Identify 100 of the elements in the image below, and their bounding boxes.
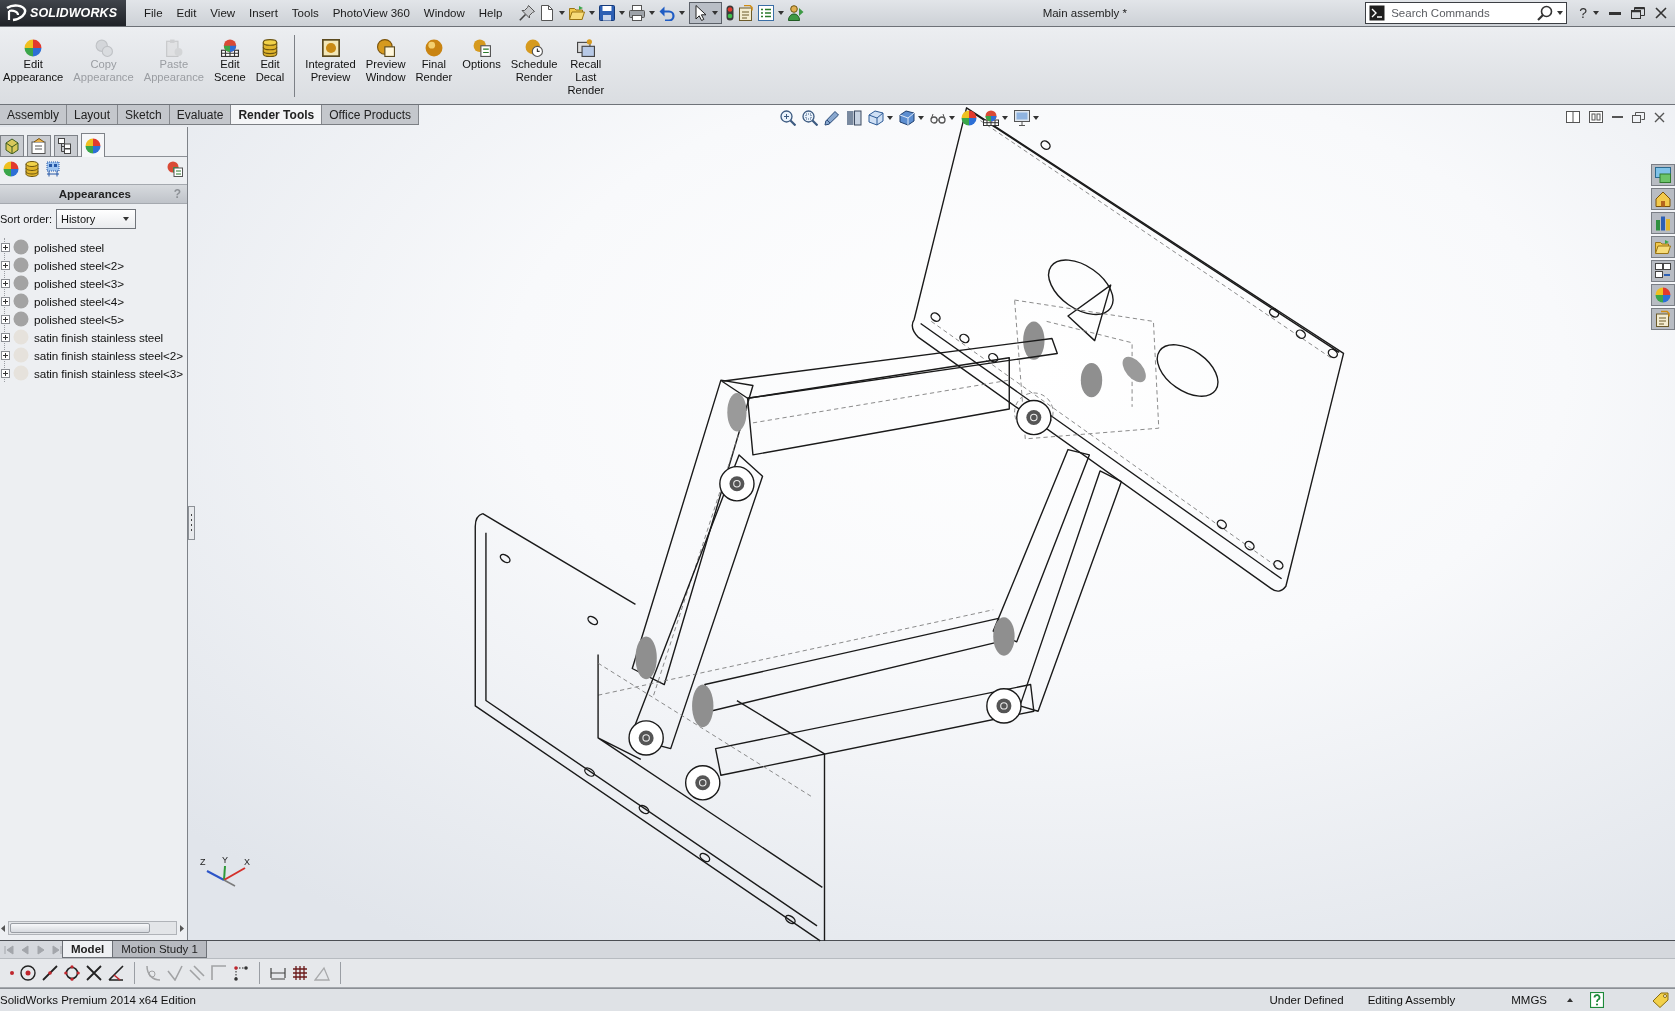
circle-icon[interactable]	[64, 965, 80, 981]
search-icon[interactable]	[1537, 5, 1554, 21]
angle-icon[interactable]	[108, 965, 124, 981]
new-document-icon[interactable]	[539, 5, 556, 21]
ribbon-button[interactable]: Recall Last Render	[567, 39, 605, 97]
section-view-icon[interactable]	[846, 110, 863, 126]
status-text: SolidWorks Premium 2014 x64 Edition	[0, 994, 197, 1006]
clipboard-icon[interactable]	[1651, 308, 1675, 330]
expand-box-icon[interactable]	[1, 368, 10, 378]
expand-box-icon[interactable]	[1, 332, 10, 342]
panel-tab[interactable]	[54, 135, 78, 157]
monitor-icon[interactable]	[1651, 164, 1675, 186]
color-ball-icon[interactable]	[961, 110, 978, 126]
expand-box-icon[interactable]	[1, 314, 10, 324]
tree-item-label[interactable]: satin finish stainless steel	[34, 330, 164, 344]
clipboard-icon[interactable]	[738, 5, 755, 21]
scroll-right-icon[interactable]	[180, 924, 184, 932]
expand-box-icon[interactable]	[1, 350, 10, 360]
tag-icon[interactable]	[1652, 992, 1670, 1008]
bottom-tab[interactable]: Model	[62, 941, 114, 958]
grid-icon[interactable]	[292, 965, 308, 981]
menu-item[interactable]: Edit	[169, 7, 204, 19]
axis-label: Y	[222, 855, 228, 865]
panel-tab[interactable]	[81, 133, 105, 157]
split-view-icon[interactable]	[1566, 111, 1580, 123]
sphere-on-floor-icon[interactable]	[983, 110, 1000, 126]
help-button[interactable]: ?	[1579, 5, 1587, 21]
restore-icon[interactable]	[1632, 111, 1645, 123]
menu-item[interactable]: Insert	[242, 7, 285, 19]
books-icon[interactable]	[1651, 212, 1675, 234]
menu-item[interactable]: View	[203, 7, 243, 19]
scroll-left-icon[interactable]	[1, 924, 5, 932]
tree-item-label[interactable]: polished steel<4>	[34, 294, 124, 308]
tree-item-label[interactable]: polished steel	[34, 240, 105, 254]
view-grid-icon[interactable]	[1651, 260, 1675, 282]
traffic-light-icon[interactable]	[726, 5, 735, 21]
menu-item[interactable]: Help	[471, 7, 510, 19]
close-icon[interactable]	[1654, 111, 1665, 123]
ribbon-button[interactable]: Edit Appearance	[3, 39, 64, 84]
menu-item[interactable]: File	[137, 7, 170, 19]
ribbon-button[interactable]: Final Render	[415, 39, 453, 84]
tree-item-label[interactable]: polished steel<2>	[34, 258, 124, 272]
dimension-icon[interactable]	[270, 965, 286, 981]
robot-icon[interactable]	[45, 161, 61, 177]
command-tab[interactable]: Render Tools	[231, 105, 323, 124]
ribbon-button[interactable]: Preview Window	[365, 39, 406, 84]
scrollbar-track[interactable]	[8, 921, 177, 935]
tree-item-label[interactable]: polished steel<3>	[34, 276, 124, 290]
ribbon-button[interactable]: Options	[462, 39, 501, 71]
sphere-list-icon[interactable]	[167, 161, 183, 177]
pencil-icon[interactable]	[824, 110, 841, 126]
select-tool-button[interactable]	[689, 2, 723, 24]
point-icon[interactable]	[10, 971, 14, 975]
line-icon[interactable]	[42, 965, 58, 981]
caret-down-icon	[1593, 11, 1599, 15]
split-view-icon[interactable]	[1589, 111, 1603, 123]
ribbon-button[interactable]: Edit Scene	[214, 39, 246, 84]
tree-item-label[interactable]: satin finish stainless steel<2>	[34, 348, 183, 362]
cube-icon[interactable]	[899, 110, 916, 126]
sort-order-dropdown[interactable]: History	[55, 209, 136, 229]
cylinder-stack-icon[interactable]	[24, 161, 40, 177]
folder-icon[interactable]	[569, 5, 586, 21]
cube-icon[interactable]	[868, 110, 885, 126]
printer-icon[interactable]	[629, 5, 646, 21]
splitter-handle-icon[interactable]	[188, 506, 195, 540]
search-field[interactable]: Search Commands	[1389, 5, 1534, 21]
dotted-corner-icon[interactable]	[233, 965, 249, 981]
cross-icon[interactable]	[86, 965, 102, 981]
minimize-icon[interactable]	[1609, 11, 1621, 15]
scrollbar-thumb[interactable]	[10, 923, 150, 933]
expand-box-icon[interactable]	[1, 296, 10, 306]
tree-item-label[interactable]: satin finish stainless steel<3>	[34, 366, 183, 380]
menu-item[interactable]: Window	[416, 7, 472, 19]
ribbon-button[interactable]: Schedule Render	[510, 39, 558, 84]
monitor-icon[interactable]	[1014, 110, 1031, 126]
glasses-icon[interactable]	[930, 112, 947, 124]
concentric-circle-icon[interactable]	[20, 965, 36, 981]
menu-item[interactable]: Tools	[284, 7, 326, 19]
bottom-tab[interactable]: Motion Study 1	[112, 941, 207, 958]
person-icon[interactable]	[788, 5, 805, 21]
home-icon[interactable]	[1651, 188, 1675, 210]
save-icon[interactable]	[599, 5, 616, 21]
color-ball-icon[interactable]	[3, 161, 19, 177]
panel-tab[interactable]	[27, 135, 51, 157]
restore-icon[interactable]	[1631, 7, 1645, 19]
expand-box-icon[interactable]	[1, 242, 10, 252]
ribbon-button[interactable]: Integrated Preview	[305, 39, 356, 84]
pin-icon[interactable]	[519, 5, 536, 21]
close-icon[interactable]	[1655, 7, 1667, 19]
menu-item[interactable]: PhotoView 360	[325, 7, 417, 19]
zoom-area-icon[interactable]	[802, 110, 819, 126]
help-icon[interactable]	[1590, 992, 1604, 1008]
ribbon-button[interactable]: Edit Decal	[255, 39, 285, 84]
expand-box-icon[interactable]	[1, 278, 10, 288]
search-box[interactable]: Search Commands	[1365, 2, 1568, 24]
list-icon[interactable]	[758, 5, 775, 21]
tree-item-label[interactable]: polished steel<5>	[34, 312, 124, 326]
expand-box-icon[interactable]	[1, 260, 10, 270]
undo-icon[interactable]	[659, 5, 676, 21]
zoom-fit-icon[interactable]	[780, 110, 797, 126]
